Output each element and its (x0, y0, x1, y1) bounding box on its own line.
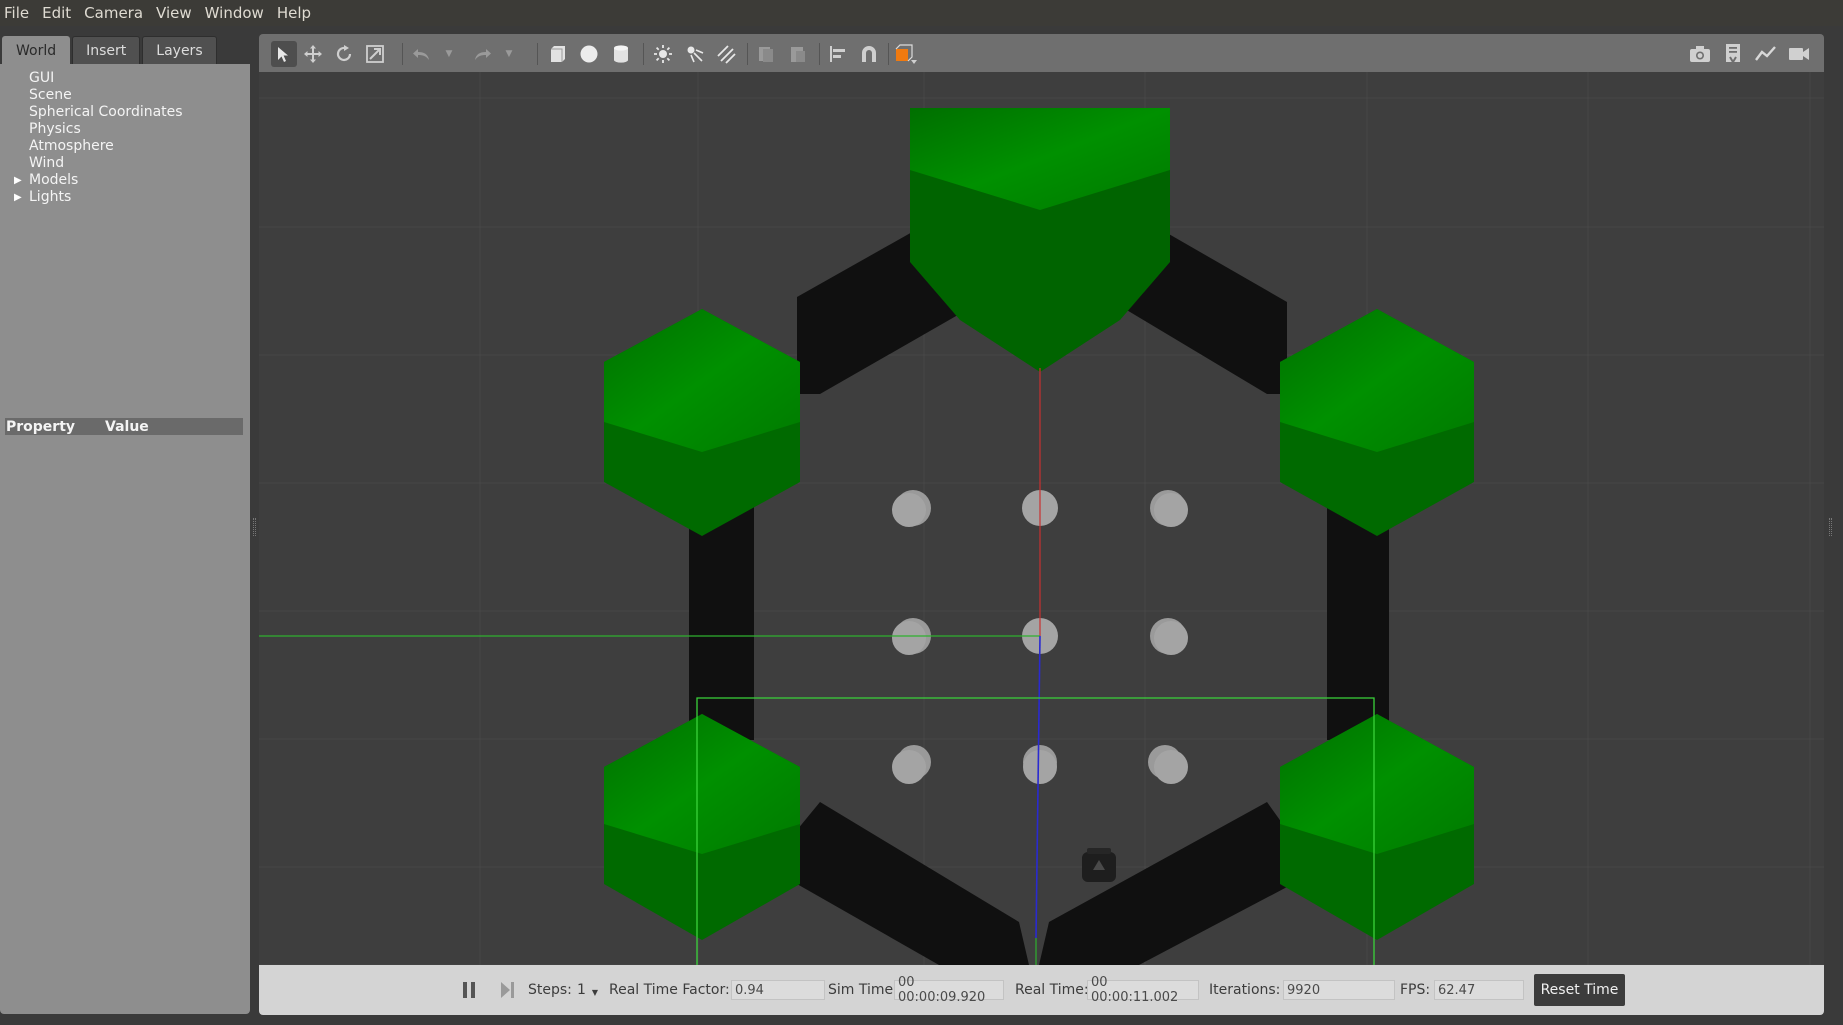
steps-value: 1 (577, 982, 586, 998)
3d-viewport[interactable] (259, 72, 1824, 965)
tree-item-label: Physics (29, 121, 81, 137)
world-tree: GUI Scene Spherical Coordinates Physics … (14, 70, 183, 206)
select-icon[interactable] (271, 41, 297, 67)
spot-light-icon[interactable] (682, 41, 708, 67)
box-icon[interactable] (544, 41, 570, 67)
chevron-down-icon: ▼ (591, 987, 599, 997)
panel-tabs: World Insert Layers (2, 36, 219, 64)
video-record-icon[interactable] (1786, 41, 1812, 67)
right-splitter-handle[interactable] (1829, 518, 1832, 536)
tree-item-models[interactable]: ▶ Models (14, 172, 183, 189)
paste-icon[interactable] (785, 41, 811, 67)
tree-item-label: Wind (29, 155, 65, 171)
expand-arrow-icon[interactable]: ▶ (14, 189, 29, 206)
menu-camera[interactable]: Camera (82, 4, 152, 22)
redo-icon[interactable] (469, 41, 495, 67)
steps-spinbox[interactable]: 1 ▼ (577, 965, 598, 1015)
render-frame: ▼ ▼ Steps: 1 ▼ Real Time Factor: 0.94 Si… (259, 34, 1824, 1015)
toolbar: ▼ ▼ (259, 34, 1824, 72)
tab-world[interactable]: World (2, 36, 71, 64)
undo-icon[interactable] (409, 41, 435, 67)
property-column-header: Property (6, 418, 76, 435)
menu-bar: File Edit Camera View Window Help (0, 0, 1843, 26)
plot-icon[interactable] (1753, 41, 1779, 67)
sim-time-field: 00 00:00:09.920 (894, 975, 1004, 1005)
iterations-label: Iterations: (1209, 982, 1281, 998)
fps-field: 62.47 (1434, 980, 1524, 1000)
tree-item-physics[interactable]: Physics (14, 121, 183, 138)
time-panel: Steps: 1 ▼ Real Time Factor: 0.94 Sim Tim… (259, 965, 1824, 1015)
directional-light-icon[interactable] (713, 41, 739, 67)
tab-layers[interactable]: Layers (142, 36, 217, 64)
menu-help[interactable]: Help (275, 4, 320, 22)
menu-window[interactable]: Window (203, 4, 273, 22)
scale-icon[interactable] (362, 41, 388, 67)
tree-item-label: Models (29, 172, 79, 188)
pause-icon[interactable] (461, 965, 477, 1015)
menu-file[interactable]: File (2, 4, 38, 22)
cylinder-icon[interactable] (608, 41, 634, 67)
left-splitter-handle[interactable] (253, 518, 256, 536)
rotate-icon[interactable] (331, 41, 357, 67)
translate-icon[interactable] (300, 41, 326, 67)
copy-icon[interactable] (753, 41, 779, 67)
undo-history-chevron-icon[interactable]: ▼ (436, 41, 462, 67)
tree-item-label: Scene (29, 87, 72, 103)
expand-arrow-icon[interactable]: ▶ (14, 172, 29, 189)
real-time-factor-label: Real Time Factor: (609, 982, 730, 998)
snap-icon[interactable] (856, 41, 882, 67)
tree-item-scene[interactable]: Scene (14, 87, 183, 104)
reset-time-button[interactable]: Reset Time (1534, 974, 1625, 1006)
screenshot-icon[interactable] (1687, 41, 1713, 67)
log-icon[interactable] (1720, 41, 1746, 67)
tab-insert[interactable]: Insert (72, 36, 141, 64)
view-angle-icon[interactable] (893, 41, 919, 67)
tree-item-wind[interactable]: Wind (14, 155, 183, 172)
fps-label: FPS: (1400, 982, 1431, 998)
gazebo-window: File Edit Camera View Window Help World … (0, 0, 1843, 1025)
steps-label: Steps: (528, 982, 572, 998)
left-panel: World Insert Layers GUI Scene Spherical … (0, 34, 250, 1014)
tree-item-atmosphere[interactable]: Atmosphere (14, 138, 183, 155)
real-time-factor-field: 0.94 (731, 980, 825, 1000)
point-light-icon[interactable] (650, 41, 676, 67)
tree-item-gui[interactable]: GUI (14, 70, 183, 87)
scene-render[interactable] (259, 72, 1824, 965)
sphere-icon[interactable] (576, 41, 602, 67)
step-icon[interactable] (500, 965, 516, 1015)
menu-view[interactable]: View (154, 4, 201, 22)
sim-time-label: Sim Time: (828, 982, 898, 998)
redo-history-chevron-icon[interactable]: ▼ (496, 41, 522, 67)
world-pane: GUI Scene Spherical Coordinates Physics … (0, 64, 250, 1014)
tree-item-label: GUI (29, 70, 55, 86)
menu-edit[interactable]: Edit (40, 4, 80, 22)
align-icon[interactable] (825, 41, 851, 67)
robot-model (1082, 848, 1116, 882)
real-time-field: 00 00:00:11.002 (1087, 975, 1199, 1005)
property-table-header: Property Value (5, 418, 243, 435)
tree-item-lights[interactable]: ▶ Lights (14, 189, 183, 206)
iterations-field: 9920 (1283, 980, 1395, 1000)
real-time-label: Real Time: (1015, 982, 1089, 998)
tree-item-label: Spherical Coordinates (29, 104, 183, 120)
tree-item-spherical-coordinates[interactable]: Spherical Coordinates (14, 104, 183, 121)
value-column-header: Value (105, 418, 149, 435)
tree-item-label: Lights (29, 189, 72, 205)
tree-item-label: Atmosphere (29, 138, 114, 154)
